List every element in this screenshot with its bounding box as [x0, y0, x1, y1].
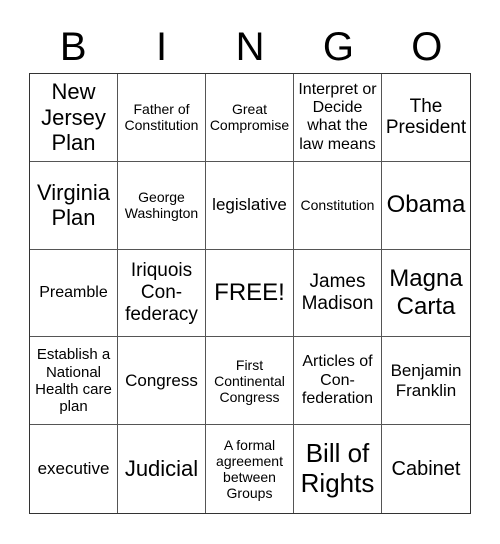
bingo-cell[interactable]: Virginia Plan — [30, 161, 118, 250]
bingo-cell[interactable]: Judicial — [118, 425, 206, 513]
bingo-cell[interactable]: executive — [30, 425, 118, 513]
header-letter-i: I — [156, 25, 168, 69]
bingo-cell[interactable]: Father of Constitution — [118, 74, 206, 162]
bingo-header: B I N G O — [29, 22, 471, 72]
header-letter-n: N — [235, 25, 265, 69]
bingo-cell[interactable]: A formal agreement between Groups — [206, 425, 294, 513]
bingo-cell[interactable]: First Continental Congress — [206, 337, 294, 426]
bingo-cell[interactable]: Preamble — [30, 249, 118, 338]
free-space-cell[interactable]: FREE! — [206, 249, 294, 338]
bingo-cell[interactable]: Obama — [382, 162, 470, 250]
bingo-cell[interactable]: Magna Carta — [382, 250, 470, 338]
bingo-cell[interactable]: Establish a National Health care plan — [30, 337, 118, 426]
header-letter-g: G — [322, 25, 354, 69]
bingo-cell[interactable]: George Washington — [118, 161, 206, 250]
header-letter-b: B — [59, 25, 87, 69]
bingo-cell[interactable]: Benjamin Franklin — [382, 337, 470, 426]
bingo-cell[interactable]: Congress — [118, 337, 206, 426]
bingo-cell[interactable]: Bill of Rights — [294, 425, 382, 513]
bingo-cell[interactable]: Iriquois Con- federacy — [118, 249, 206, 338]
bingo-cell[interactable]: Articles of Con- federation — [294, 337, 382, 426]
bingo-cell[interactable]: The President — [382, 74, 470, 162]
bingo-cell[interactable]: legislative — [206, 161, 294, 250]
bingo-cell[interactable]: Interpret or Decide what the law means — [294, 74, 382, 162]
bingo-cell[interactable]: James Madison — [294, 249, 382, 338]
bingo-cell[interactable]: Great Compromise — [206, 74, 294, 162]
bingo-grid: New Jersey Plan Father of Constitution G… — [29, 73, 471, 514]
bingo-cell[interactable]: New Jersey Plan — [30, 74, 118, 162]
bingo-cell[interactable]: Cabinet — [382, 425, 470, 513]
bingo-cell[interactable]: Constitution — [294, 161, 382, 250]
header-letter-o: O — [411, 25, 443, 69]
